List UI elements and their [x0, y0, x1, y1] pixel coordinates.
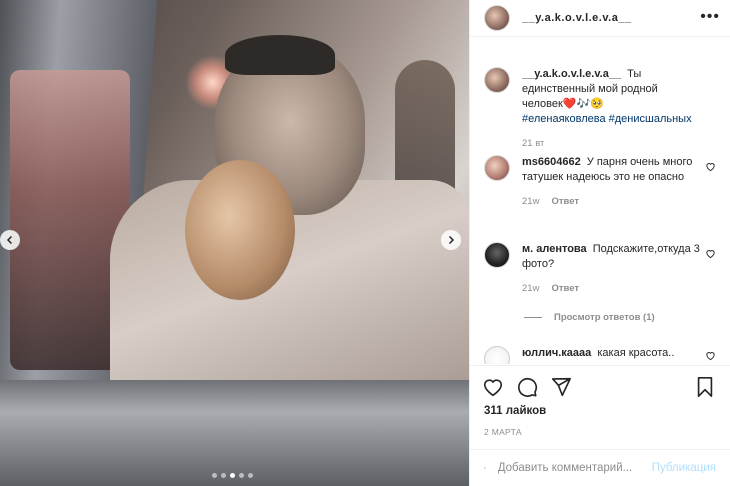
carousel-next-button[interactable]	[441, 230, 461, 250]
post-actions	[470, 365, 730, 409]
chevron-left-icon	[6, 235, 13, 245]
add-comment-bar: Публикация	[470, 449, 730, 486]
post-photo[interactable]	[0, 0, 469, 486]
commenter-avatar[interactable]	[484, 346, 510, 364]
comment-username[interactable]: м. алентова	[522, 243, 587, 255]
comment-bubble-icon[interactable]	[516, 376, 538, 398]
bookmark-save-icon[interactable]	[694, 376, 716, 398]
man-hair	[225, 35, 335, 75]
author-avatar[interactable]	[484, 5, 510, 31]
carousel-dot	[239, 473, 244, 478]
emoji-smile-icon[interactable]	[484, 458, 486, 478]
carousel-dot	[248, 473, 253, 478]
commenter-avatar[interactable]	[484, 242, 510, 268]
reply-button[interactable]: Ответ	[551, 196, 579, 207]
caption: __y.a.k.o.v.l.e.v.a__ Ты единственный мо…	[484, 67, 716, 151]
carousel-dot-active	[230, 473, 235, 478]
view-replies-label: Просмотр ответов (1)	[554, 312, 655, 323]
comment-item: м. алентова Подскажите,откуда 3 фото? 21…	[484, 242, 716, 296]
reply-button[interactable]: Ответ	[551, 283, 579, 294]
caption-emoji: ❤️🎶🥺	[562, 98, 604, 110]
post-header: __y.a.k.o.v.l.e.v.a__ •••	[470, 0, 730, 37]
comment-item: юллич.каааа какая красота..	[484, 346, 716, 364]
commenter-avatar[interactable]	[484, 155, 510, 181]
caption-username[interactable]: __y.a.k.o.v.l.e.v.a__	[522, 68, 621, 80]
like-comment-heart-icon[interactable]	[705, 161, 716, 172]
comment-time: 21w	[522, 196, 540, 207]
caption-hashtags[interactable]: #еленаяковлева #денисшальных	[522, 113, 692, 125]
likes-count[interactable]: 311 лайков	[484, 405, 546, 417]
like-heart-icon[interactable]	[482, 376, 504, 398]
carousel-prev-button[interactable]	[0, 230, 20, 250]
replies-divider	[524, 317, 542, 318]
view-replies-button[interactable]: Просмотр ответов (1)	[524, 312, 655, 323]
like-comment-heart-icon[interactable]	[705, 248, 716, 259]
woman-head	[185, 160, 295, 300]
carousel-dot	[212, 473, 217, 478]
comment-item: ms6604662 У парня очень много татушек на…	[484, 155, 716, 209]
comment-input[interactable]	[497, 462, 652, 474]
carousel-dot	[221, 473, 226, 478]
more-options-icon[interactable]: •••	[700, 8, 720, 26]
caption-author-avatar[interactable]	[484, 67, 510, 93]
caption-time: 21 вт	[522, 138, 545, 149]
car-door	[0, 380, 469, 486]
comment-time: 21w	[522, 283, 540, 294]
like-comment-heart-icon[interactable]	[705, 350, 716, 361]
comment-username[interactable]: ms6604662	[522, 156, 581, 168]
comment-username[interactable]: юллич.каааа	[522, 347, 591, 359]
post-side-panel: __y.a.k.o.v.l.e.v.a__ ••• __y.a.k.o.v.l.…	[469, 0, 730, 486]
chevron-right-icon	[448, 235, 455, 245]
author-username[interactable]: __y.a.k.o.v.l.e.v.a__	[522, 12, 632, 24]
share-send-icon[interactable]	[550, 376, 572, 398]
post-date[interactable]: 2 МАРТА	[484, 427, 522, 437]
comment-text: какая красота..	[597, 347, 675, 359]
publish-button[interactable]: Публикация	[652, 462, 716, 474]
carousel-indicator	[212, 473, 253, 478]
